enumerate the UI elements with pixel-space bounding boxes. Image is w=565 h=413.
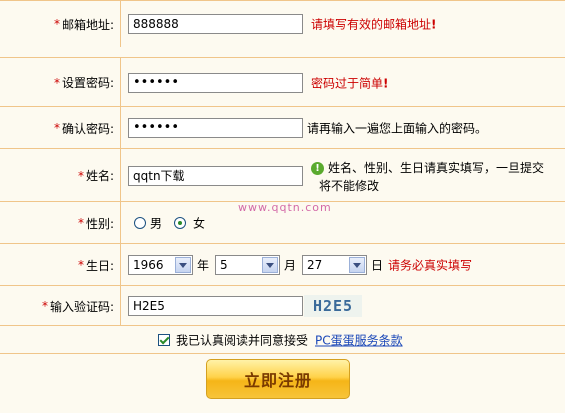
email-field[interactable] <box>128 14 303 34</box>
confirm-password-label: * 确认密码: <box>0 107 121 149</box>
name-label: * 姓名: <box>0 149 121 202</box>
terms-link[interactable]: PC蛋蛋服务条款 <box>315 332 403 349</box>
captcha-row: * 输入验证码: H2E5 <box>0 285 565 326</box>
chevron-down-icon <box>349 257 365 273</box>
day-unit: 日 <box>371 258 384 273</box>
password-field[interactable] <box>128 72 303 93</box>
email-label: * 邮箱地址: <box>0 1 121 47</box>
agree-text: 我已认真阅读并同意接受 <box>176 333 309 348</box>
info-icon: ! <box>311 162 324 175</box>
confirm-password-field[interactable] <box>128 118 303 138</box>
registration-form: *邮箱地址: 请填写有效的邮箱地址! *设置密码: 密码过于简单! *确认密码:… <box>0 0 565 413</box>
name-hint-line2: 将不能修改 <box>319 179 380 193</box>
confirm-password-row: *确认密码: 请再输入一遍您上面输入的密码。 <box>0 106 565 149</box>
chevron-down-icon <box>262 257 278 273</box>
birth-day-select[interactable]: 27 <box>302 255 367 275</box>
birthday-hint: 请务必真实填写 <box>388 258 473 273</box>
password-hint: 密码过于简单! <box>311 76 389 90</box>
month-unit: 月 <box>284 258 297 273</box>
confirm-password-hint: 请再输入一遍您上面输入的密码。 <box>307 121 488 136</box>
name-row: *姓名: ! 姓名、性别、生日请真实填写，一旦提交 将不能修改 <box>0 148 565 202</box>
birthday-label: * 生日: <box>0 244 121 286</box>
name-field[interactable] <box>128 165 303 186</box>
birth-year-select[interactable]: 1966 <box>128 255 193 275</box>
password-label: * 设置密码: <box>0 58 121 107</box>
agree-row: 我已认真阅读并同意接受 PC蛋蛋服务条款 <box>0 325 565 354</box>
watermark: www.qqtn.com <box>238 201 332 214</box>
register-button[interactable]: 立即注册 <box>206 359 350 399</box>
captcha-image[interactable]: H2E5 <box>304 295 362 317</box>
gender-female-label: 女 <box>193 216 206 231</box>
agree-checkbox[interactable] <box>158 334 170 346</box>
gender-female-radio[interactable] <box>174 217 186 229</box>
password-row: *设置密码: 密码过于简单! <box>0 57 565 107</box>
email-hint: 请填写有效的邮箱地址! <box>311 17 437 32</box>
birthday-row: * 生日: 1966 年 5 月 27 日 请务必真实填写 <box>0 243 565 286</box>
year-unit: 年 <box>197 258 210 273</box>
chevron-down-icon <box>175 257 191 273</box>
captcha-label: * 输入验证码: <box>0 286 121 326</box>
birth-month-select[interactable]: 5 <box>215 255 280 275</box>
name-hint-line1: 姓名、性别、生日请真实填写，一旦提交 <box>328 161 545 175</box>
email-row: *邮箱地址: 请填写有效的邮箱地址! <box>0 0 565 47</box>
gender-male-label: 男 <box>150 216 163 231</box>
captcha-field[interactable] <box>128 296 303 316</box>
gender-male-radio[interactable] <box>134 217 146 229</box>
gender-label: * 性别: <box>0 202 121 244</box>
